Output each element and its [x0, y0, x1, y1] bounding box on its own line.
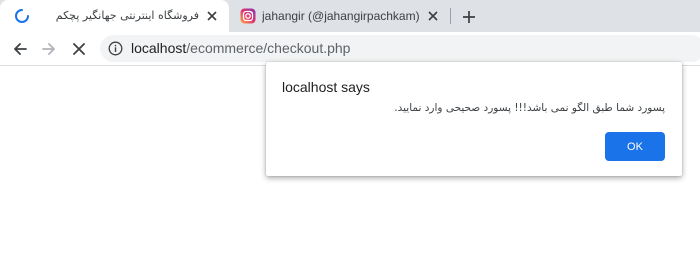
plus-icon	[463, 11, 475, 23]
instagram-icon	[240, 8, 256, 24]
back-button[interactable]	[8, 37, 32, 61]
tab-title: jahangir (@jahangirpachkam) • Instagram	[262, 9, 420, 23]
tab-active[interactable]: فروشگاه اینترنتی جهانگیر پچکم	[0, 0, 229, 32]
ok-button[interactable]: OK	[605, 132, 665, 161]
tab-instagram[interactable]: jahangir (@jahangirpachkam) • Instagram	[229, 0, 450, 32]
url-host: localhost	[131, 40, 187, 56]
browser-toolbar: localhost/ecommerce/checkout.php	[0, 32, 700, 66]
back-arrow-icon	[14, 43, 27, 55]
dialog-title: localhost says	[282, 79, 370, 95]
forward-arrow-icon	[42, 43, 55, 55]
stop-button[interactable]	[67, 37, 91, 61]
url-text: localhost/ecommerce/checkout.php	[131, 40, 350, 57]
new-tab-button[interactable]	[458, 6, 480, 28]
tab-strip: فروشگاه اینترنتی جهانگیر پچکم jahangir (…	[0, 0, 700, 32]
dialog-message: پسورد شما طبق الگو نمی باشد!!! پسورد صحی…	[394, 102, 665, 114]
stop-icon	[73, 43, 85, 55]
alert-dialog: localhost says پسورد شما طبق الگو نمی با…	[266, 62, 682, 176]
info-icon[interactable]	[108, 41, 123, 56]
tab-title: فروشگاه اینترنتی جهانگیر پچکم	[55, 9, 199, 22]
spinner-icon	[14, 8, 30, 24]
tab-close-icon[interactable]	[205, 9, 219, 23]
url-path: /ecommerce/checkout.php	[186, 40, 351, 56]
address-bar[interactable]: localhost/ecommerce/checkout.php	[100, 35, 700, 62]
forward-button[interactable]	[37, 37, 61, 61]
tab-close-icon[interactable]	[426, 9, 440, 23]
tab-separator	[450, 8, 451, 24]
